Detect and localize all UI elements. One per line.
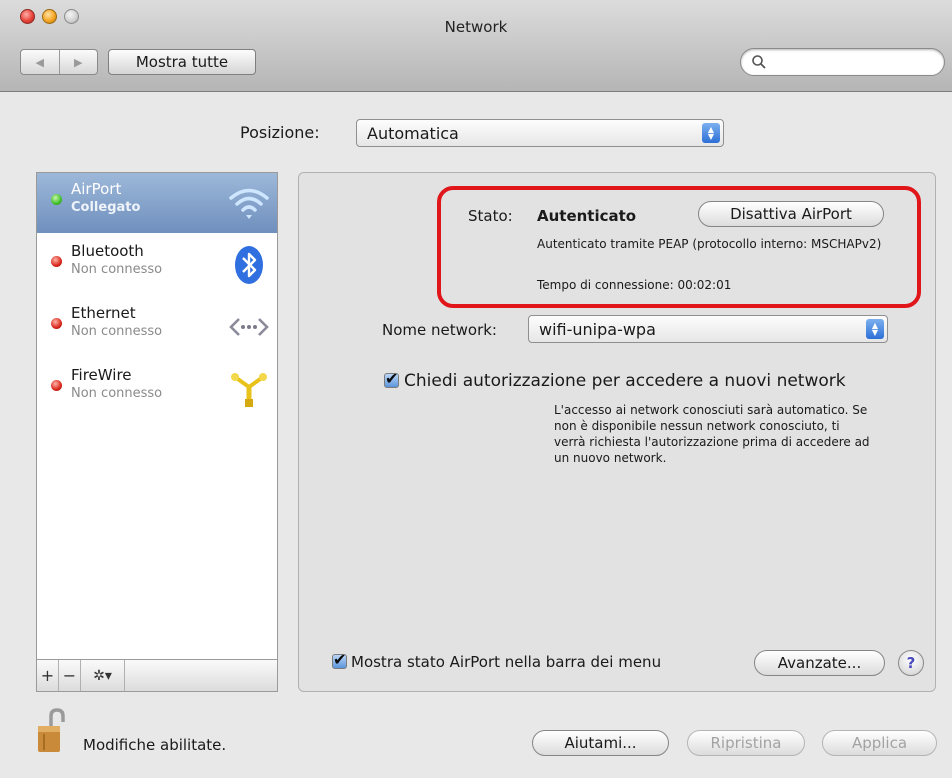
popup-arrows-icon: ▲ ▼ — [702, 123, 720, 143]
service-name: Ethernet — [71, 304, 136, 322]
lock-status-text: Modifiche abilitate. — [83, 736, 227, 754]
network-name-value: wifi-unipa-wpa — [539, 319, 656, 339]
show-menu-status-checkbox[interactable] — [332, 650, 347, 669]
popup-arrows-icon: ▲ ▼ — [866, 319, 884, 339]
service-list: AirPort Collegato Bluetooth Non connesso… — [36, 172, 278, 660]
lock-icon[interactable] — [36, 708, 70, 754]
firewire-icon — [231, 373, 267, 407]
chevron-left-icon: ◀ — [35, 55, 44, 69]
status-dot-icon — [51, 256, 62, 267]
revert-button[interactable]: Ripristina — [687, 730, 805, 756]
service-item-airport[interactable]: AirPort Collegato — [37, 173, 277, 233]
service-item-bluetooth[interactable]: Bluetooth Non connesso — [37, 235, 277, 295]
back-button[interactable]: ◀ — [21, 50, 59, 74]
gear-icon[interactable]: ✲▾ — [81, 660, 125, 691]
remove-service-button[interactable]: − — [59, 660, 81, 691]
search-field[interactable] — [740, 48, 945, 76]
service-status: Collegato — [71, 200, 141, 215]
window-title: Network — [444, 18, 508, 36]
service-item-ethernet[interactable]: Ethernet Non connesso — [37, 297, 277, 357]
service-item-firewire[interactable]: FireWire Non connesso — [37, 359, 277, 419]
location-label: Posizione: — [240, 123, 320, 142]
status-dot-icon — [51, 318, 62, 329]
ask-to-join-label[interactable]: Chiedi autorizzazione per accedere a nuo… — [404, 371, 846, 391]
service-name: FireWire — [71, 366, 132, 384]
show-all-button[interactable]: Mostra tutte — [108, 49, 256, 75]
forward-button[interactable]: ▶ — [58, 50, 98, 74]
service-status: Non connesso — [71, 324, 163, 339]
bluetooth-icon — [235, 246, 263, 284]
highlight-annotation — [437, 186, 921, 308]
network-preferences-window: Network ◀ ▶ Mostra tutte Posizione: Auto… — [0, 0, 952, 778]
location-popup[interactable]: Automatica ▲ ▼ — [356, 119, 724, 147]
network-name-label: Nome network: — [382, 321, 497, 339]
help-icon[interactable]: ? — [898, 650, 924, 676]
ask-to-join-description: L'accesso ai network conosciuti sarà aut… — [554, 403, 870, 465]
ethernet-icon — [229, 318, 269, 336]
service-status: Non connesso — [71, 386, 163, 401]
apply-button[interactable]: Applica — [822, 730, 937, 756]
status-dot-icon — [51, 380, 62, 391]
show-menu-status-label[interactable]: Mostra stato AirPort nella barra dei men… — [351, 653, 661, 671]
advanced-button[interactable]: Avanzate... — [754, 650, 885, 676]
assist-me-button[interactable]: Aiutami... — [532, 730, 669, 756]
search-icon — [752, 55, 766, 69]
network-name-popup[interactable]: wifi-unipa-wpa ▲ ▼ — [528, 315, 888, 343]
location-value: Automatica — [367, 123, 459, 143]
service-status: Non connesso — [71, 262, 163, 277]
ask-to-join-checkbox[interactable] — [384, 369, 399, 388]
status-dot-icon — [51, 194, 62, 205]
service-name: Bluetooth — [71, 242, 144, 260]
service-list-footer: + − ✲▾ — [36, 660, 278, 692]
service-name: AirPort — [71, 180, 122, 198]
chevron-right-icon: ▶ — [74, 55, 83, 69]
add-service-button[interactable]: + — [37, 660, 59, 691]
history-nav: ◀ ▶ — [20, 49, 98, 75]
toolbar: Network ◀ ▶ Mostra tutte — [0, 0, 952, 92]
wifi-icon — [229, 188, 269, 219]
